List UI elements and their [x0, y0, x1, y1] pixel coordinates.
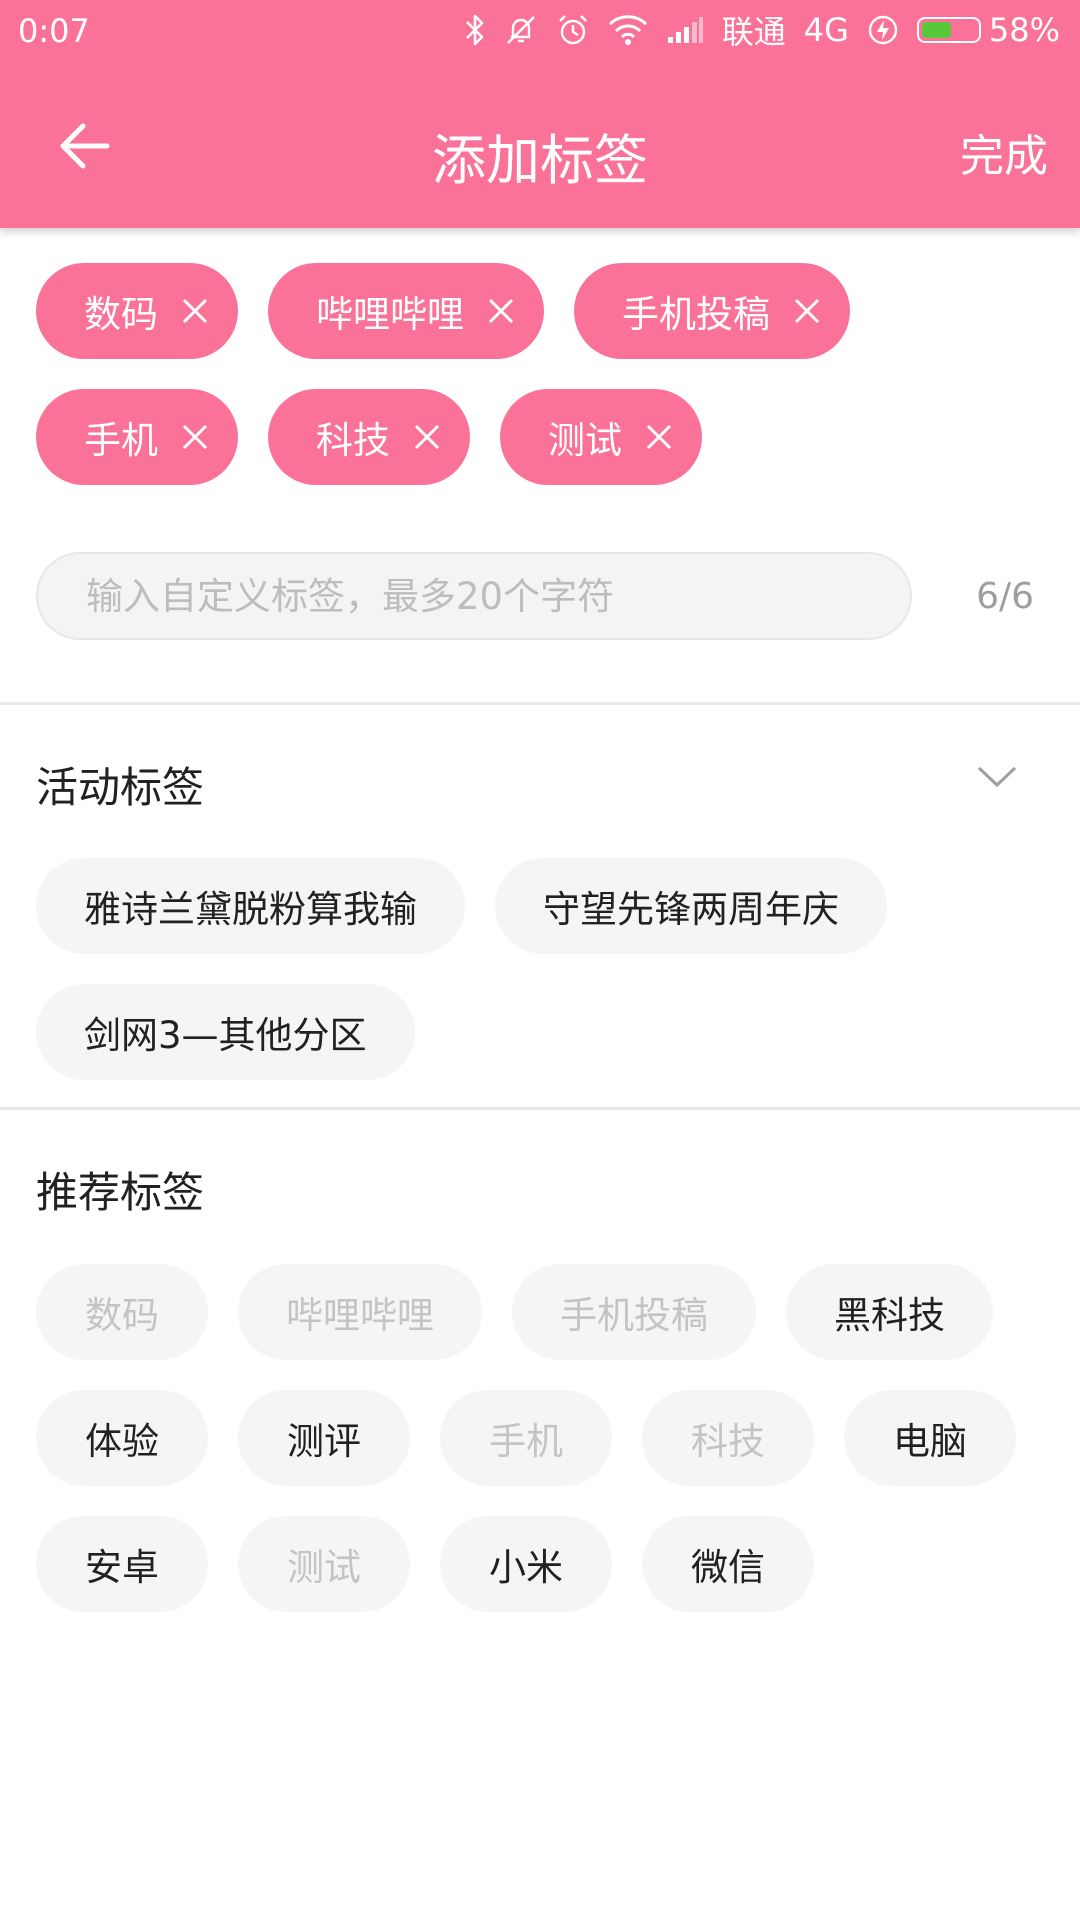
divider: [0, 1107, 1080, 1110]
recommended-tag[interactable]: 手机投稿: [512, 1264, 756, 1360]
selected-tag-label: 手机投稿: [622, 293, 770, 336]
chevron-down-icon: [977, 766, 1017, 788]
recommended-tag[interactable]: 科技: [642, 1390, 814, 1486]
remove-tag-button[interactable]: [412, 422, 442, 452]
recommended-tags: 数码 哔哩哔哩 手机投稿 黑科技体验 测评 手机 科技 电脑安卓 测试 小米 微信: [36, 1264, 1046, 1612]
recommended-tag[interactable]: 测试: [238, 1516, 410, 1612]
close-icon: [414, 424, 440, 450]
done-button[interactable]: 完成: [960, 120, 1048, 184]
alarm-icon: [558, 15, 587, 45]
wifi-icon: [608, 15, 647, 45]
remove-tag-button[interactable]: [486, 296, 516, 326]
app-header: 0:07 联通 4G 58% 添加标签 完成: [0, 0, 1080, 228]
remove-tag-button[interactable]: [180, 296, 210, 326]
back-button[interactable]: [40, 106, 130, 186]
selected-tag-label: 哔哩哔哩: [316, 293, 464, 336]
nav-bar: 添加标签 完成: [0, 76, 1080, 212]
selected-tag[interactable]: 科技: [268, 389, 470, 485]
selected-tag[interactable]: 测试: [500, 389, 702, 485]
bluetooth-icon: [465, 14, 484, 46]
selected-tag-label: 测试: [548, 419, 622, 462]
battery-fill: [921, 22, 951, 38]
selected-tag-label: 手机: [84, 419, 158, 462]
activity-tags: 雅诗兰黛脱粉算我输 守望先锋两周年庆 剑网3—其他分区: [36, 858, 1046, 1080]
close-icon: [794, 298, 820, 324]
close-icon: [488, 298, 514, 324]
selected-tag-label: 科技: [316, 419, 390, 462]
close-icon: [182, 424, 208, 450]
carrier-label: 联通: [721, 13, 786, 51]
selected-tag[interactable]: 手机投稿: [574, 263, 850, 359]
battery-icon: [916, 17, 981, 43]
close-icon: [646, 424, 672, 450]
arrow-left-icon: [60, 123, 110, 169]
recommended-tag[interactable]: 黑科技: [786, 1264, 993, 1360]
status-bar: 0:07 联通 4G 58%: [0, 0, 1080, 62]
recommended-tag[interactable]: 电脑: [844, 1390, 1016, 1486]
status-icons: 联通 4G 58%: [464, 8, 1060, 52]
recommended-tag[interactable]: 微信: [642, 1516, 814, 1612]
charging-icon: [868, 15, 898, 45]
tag-counter: 6/6: [976, 576, 1034, 617]
activity-tag[interactable]: 守望先锋两周年庆: [495, 858, 887, 954]
recommended-tag[interactable]: 数码: [36, 1264, 208, 1360]
selected-tag[interactable]: 哔哩哔哩: [268, 263, 544, 359]
mute-bell-icon: [506, 16, 535, 44]
recommended-tag[interactable]: 手机: [440, 1390, 612, 1486]
activity-tag[interactable]: 雅诗兰黛脱粉算我输: [36, 858, 465, 954]
custom-tag-input[interactable]: [36, 552, 912, 640]
selected-tag[interactable]: 手机: [36, 389, 238, 485]
recommended-tag[interactable]: 测评: [238, 1390, 410, 1486]
activity-tag[interactable]: 剑网3—其他分区: [36, 984, 415, 1080]
signal-icon: [667, 17, 703, 43]
selected-tags: 数码 哔哩哔哩 手机投稿手机 科技 测试: [36, 263, 1046, 485]
recommended-section-title: 推荐标签: [36, 1168, 205, 1217]
remove-tag-button[interactable]: [180, 422, 210, 452]
activity-section-title: 活动标签: [36, 763, 205, 812]
battery-percent: 58%: [988, 11, 1060, 49]
collapse-button[interactable]: [976, 760, 1018, 796]
recommended-tag[interactable]: 小米: [440, 1516, 612, 1612]
battery-indicator: 58%: [916, 11, 1060, 49]
recommended-tag[interactable]: 安卓: [36, 1516, 208, 1612]
recommended-tag[interactable]: 体验: [36, 1390, 208, 1486]
close-icon: [182, 298, 208, 324]
divider: [0, 702, 1080, 705]
remove-tag-button[interactable]: [644, 422, 674, 452]
network-type: 4G: [803, 11, 849, 49]
selected-tag[interactable]: 数码: [36, 263, 238, 359]
selected-tag-label: 数码: [84, 293, 158, 336]
page-title: 添加标签: [432, 129, 648, 192]
custom-tag-row: 6/6: [36, 552, 1046, 642]
status-time: 0:07: [18, 12, 90, 50]
recommended-tag[interactable]: 哔哩哔哩: [238, 1264, 482, 1360]
remove-tag-button[interactable]: [792, 296, 822, 326]
